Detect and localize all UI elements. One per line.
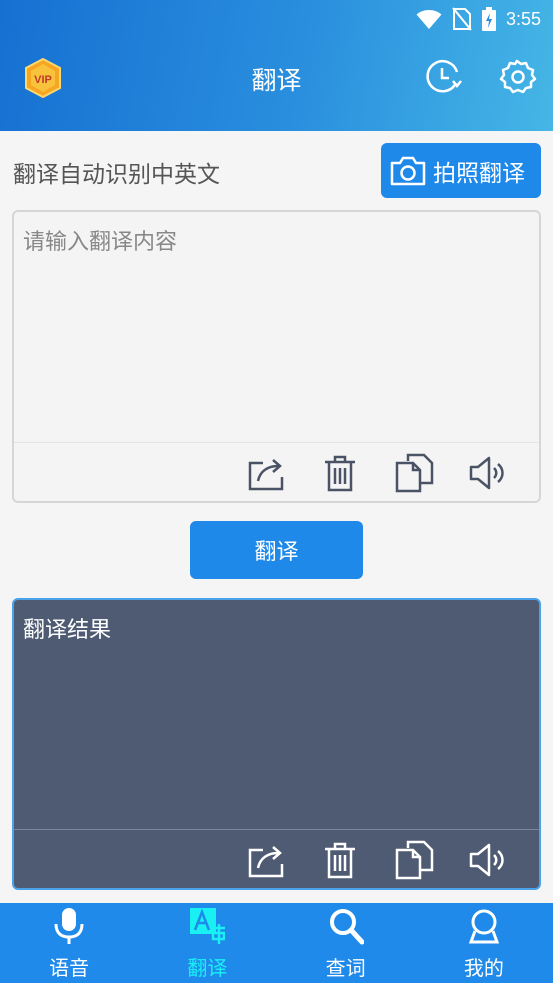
photo-translate-button[interactable]: 拍照翻译 [381,143,541,198]
nav-label-lookup: 查词 [325,956,366,980]
status-time: 3:55 [505,8,541,29]
input-toolbar [14,443,539,503]
bottom-nav: 语音 翻译 查词 我的 [0,903,553,983]
info-row: 翻译自动识别中英文 拍照翻译 [0,131,553,209]
copy-icon [395,453,434,493]
trash-icon [325,455,355,492]
nav-item-lookup[interactable]: 查词 [277,903,415,983]
result-toolbar [14,830,539,890]
nav-item-translate[interactable]: 翻译 [138,903,276,983]
speaker-icon [469,456,504,490]
trash-icon [325,842,355,879]
translate-icon [190,908,226,944]
nav-label-voice: 语音 [49,956,90,980]
result-share-button[interactable] [246,840,286,880]
search-icon [329,909,364,945]
result-speak-button[interactable] [468,840,508,880]
share-icon [248,459,284,491]
wifi-icon [416,10,442,29]
settings-icon [499,59,537,94]
status-icons: 3:55 [416,6,541,32]
settings-button[interactable] [497,57,537,97]
nav-label-translate: 翻译 [187,956,228,980]
input-copy-button[interactable] [394,453,434,493]
history-button[interactable] [423,57,463,97]
camera-icon [390,156,426,185]
nav-item-voice[interactable]: 语音 [0,903,138,983]
result-label: 翻译结果 [23,618,112,643]
share-icon [248,846,284,878]
page-title: 翻译 [251,66,302,95]
history-icon [426,59,462,93]
result-delete-button[interactable] [320,840,360,880]
nav-label-profile: 我的 [463,956,504,980]
photo-translate-label: 拍照翻译 [433,160,525,187]
speaker-icon [469,843,504,877]
result-copy-button[interactable] [394,840,434,880]
input-share-button[interactable] [246,453,286,493]
title-bar: VIP 翻译 [0,40,553,116]
input-delete-button[interactable] [320,453,360,493]
input-speak-button[interactable] [468,453,508,493]
battery-icon [481,7,496,31]
profile-icon [468,909,500,944]
input-box [12,210,541,503]
no-sim-icon [452,7,472,31]
translate-input[interactable] [14,212,539,442]
auto-detect-text: 翻译自动识别中英文 [13,162,220,188]
translate-button[interactable]: 翻译 [190,521,363,579]
microphone-icon [54,908,84,944]
status-bar: 3:55 [0,0,553,40]
header: 3:55 VIP 翻译 [0,0,553,131]
copy-icon [395,840,434,880]
result-box: 翻译结果 [12,598,541,890]
nav-item-profile[interactable]: 我的 [415,903,553,983]
